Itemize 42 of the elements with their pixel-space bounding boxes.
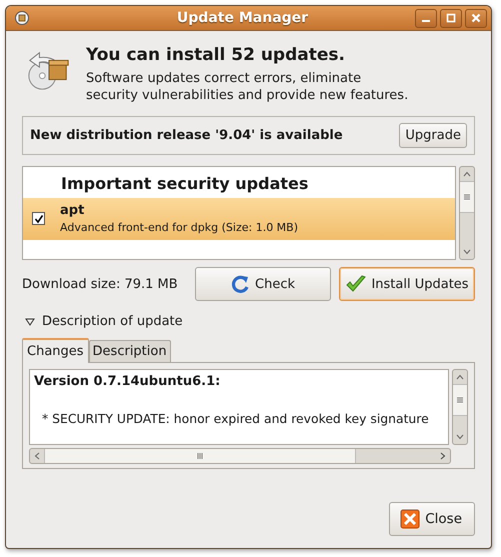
grip-icon[interactable] <box>196 452 204 460</box>
vertical-scrollbar[interactable] <box>459 166 475 260</box>
close-button[interactable] <box>465 8 487 28</box>
maximize-button[interactable] <box>440 8 462 28</box>
checkmark-icon <box>345 274 368 294</box>
check-button[interactable]: Check <box>195 267 331 301</box>
scroll-up-icon[interactable] <box>463 171 471 177</box>
close-dialog-button[interactable]: Close <box>389 502 475 536</box>
maximize-icon <box>445 12 457 24</box>
scroll-down-icon[interactable] <box>456 434 464 440</box>
vertical-scrollbar[interactable] <box>452 369 468 445</box>
checkbox[interactable] <box>32 212 45 225</box>
release-notice: New distribution release '9.04' is available <box>30 128 343 143</box>
scroll-right-icon[interactable] <box>440 452 446 460</box>
expander-triangle-icon <box>25 316 35 326</box>
package-description: Advanced front-end for dpkg (Size: 1.0 MB) <box>60 221 298 234</box>
group-heading: Important security updates <box>60 173 310 195</box>
changelog-line: * SECURITY UPDATE: honor expired and revoked key signature <box>41 411 430 426</box>
scroll-up-icon[interactable] <box>456 374 464 380</box>
app-icon <box>14 10 30 26</box>
refresh-icon <box>231 274 251 294</box>
download-size: Download size: 79.1 MB <box>22 276 179 292</box>
grip-icon[interactable] <box>463 193 471 201</box>
description-expander[interactable]: Description of update <box>22 314 475 329</box>
update-description: Software updates correct errors, eliminate security vulnerabilities and provide new features. <box>86 70 408 104</box>
upgrade-button[interactable]: Upgrade <box>399 123 467 148</box>
tab[interactable]: Changes <box>22 338 89 363</box>
scroll-left-icon[interactable] <box>34 452 40 460</box>
window-title: Update Manager <box>176 10 310 26</box>
close-icon <box>400 509 420 529</box>
update-count-heading: You can install 52 updates. <box>86 45 346 65</box>
minimize-button[interactable] <box>415 8 437 28</box>
horizontal-scrollbar[interactable] <box>29 448 451 464</box>
package-name: apt <box>60 203 86 218</box>
close-icon <box>470 12 482 24</box>
scroll-down-icon[interactable] <box>463 249 471 255</box>
install-updates-button[interactable]: Install Updates <box>339 267 475 301</box>
minimize-icon <box>422 20 430 22</box>
version-heading: Version 0.7.14ubuntu6.1: <box>34 374 222 389</box>
tab[interactable]: Description <box>88 340 171 362</box>
grip-icon[interactable] <box>456 396 464 404</box>
update-row[interactable]: apt Advanced front-end for dpkg (Size: 1.0 MB) <box>23 198 455 240</box>
